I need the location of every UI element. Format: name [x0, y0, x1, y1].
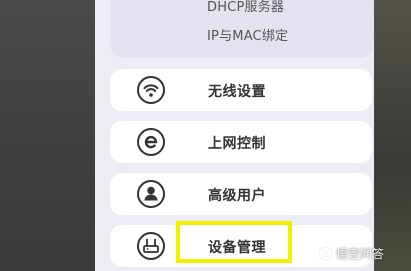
watermark: 悟空问答	[318, 245, 384, 262]
menu-item-label: 高级用户	[208, 188, 266, 204]
highlight-box	[176, 221, 292, 263]
menu-item-wireless-settings[interactable]: 无线设置	[110, 69, 372, 111]
menu-item-internet-control[interactable]: 上网控制	[110, 121, 372, 163]
submenu-item-dhcp-server[interactable]: DHCP服务器	[207, 0, 284, 15]
menu-item-label: 无线设置	[208, 84, 266, 100]
menu-item-advanced-users[interactable]: 高级用户	[110, 173, 372, 215]
submenu-item-ip-mac-binding[interactable]: IP与MAC绑定	[207, 25, 288, 44]
e-icon	[137, 128, 165, 156]
background-left	[0, 0, 95, 271]
wukong-logo-icon	[318, 246, 333, 261]
menu-item-label: 上网控制	[208, 136, 266, 152]
router-icon	[137, 232, 165, 260]
watermark-text: 悟空问答	[336, 247, 385, 261]
wifi-icon	[137, 76, 165, 104]
user-icon	[137, 180, 165, 208]
background-right	[374, 0, 411, 271]
